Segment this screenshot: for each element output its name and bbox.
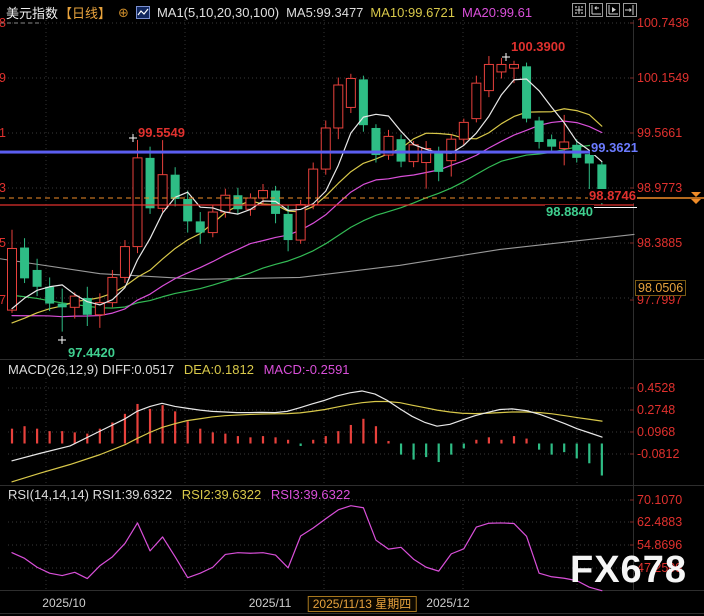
chart-toolbar — [572, 3, 637, 17]
macd-name: MACD(26,12,9) — [8, 362, 98, 377]
price-axis-special-label: 98.0506 — [635, 280, 686, 296]
rsi-name: RSI(14,14,14) — [8, 487, 89, 502]
circle-plus-icon[interactable]: ⊕ — [118, 5, 129, 21]
date-highlight-box: 2025/11/13 星期四 — [308, 596, 417, 612]
price-axis-label: 98.9773 — [637, 181, 682, 195]
macd-axis-label: 0.2748 — [637, 403, 675, 417]
candles-group — [8, 56, 607, 332]
date-label: 2025/12 — [426, 596, 469, 610]
play-forward-icon[interactable] — [606, 3, 620, 17]
crosshair-icon[interactable] — [572, 3, 586, 17]
ma5-value: MA5:99.3477 — [286, 5, 363, 20]
rsi-axis-label: 70.1070 — [637, 493, 682, 507]
date-label: 2025/10 — [42, 596, 85, 610]
kline-icon[interactable] — [136, 6, 150, 19]
macd-axis-label: 0.4528 — [637, 381, 675, 395]
price-axis-label: 100.1549 — [637, 71, 689, 85]
macd-dea-value: DEA:0.1812 — [184, 362, 254, 377]
rsi2-value: RSI2:39.6322 — [182, 487, 262, 502]
rsi-axis-label: 62.4883 — [637, 515, 682, 529]
ma-settings-label: MA1(5,10,20,30,100) — [157, 5, 279, 20]
macd-axis-label: 0.0968 — [637, 425, 675, 439]
price-axis-label: 99.5661 — [637, 126, 682, 140]
period-label: 【日线】 — [59, 3, 111, 22]
rsi3-value: RSI3:39.6322 — [271, 487, 351, 502]
left-axis-clipped-label: 99.5661 — [0, 126, 6, 140]
top-bar: 美元指数 【日线】 ⊕ MA1(5,10,20,30,100) MA5:99.3… — [6, 3, 532, 22]
macd-diff-value: DIFF:0.0517 — [102, 362, 174, 377]
rsi-header: RSI(14,14,14) RSI1:39.6322 RSI2:39.6322 … — [8, 487, 350, 502]
exit-right-icon[interactable] — [623, 3, 637, 17]
rsi1-value: RSI1:39.6322 — [93, 487, 173, 502]
date-label: 2025/11 — [249, 596, 292, 610]
left-axis-clipped-label: 100.1549 — [0, 71, 6, 85]
annotation-price-label: 98.8746 — [588, 189, 637, 203]
symbol-title: 美元指数 — [6, 3, 58, 22]
left-axis-clipped-label: 98.3885 — [0, 236, 6, 250]
macd-axis-label: -0.0812 — [637, 447, 679, 461]
watermark: FX678 — [570, 549, 687, 592]
left-axis-clipped-label: 97.7997 — [0, 293, 6, 307]
left-axis-clipped-label: 98.9773 — [0, 181, 6, 195]
kline-chart-app: 100.7438 100.1549 99.5661 98.9773 98.3885 97.… — [0, 0, 704, 616]
annotation-price-label: 97.4420 — [67, 346, 116, 360]
macd-macd-value: MACD:-0.2591 — [264, 362, 350, 377]
ma10-value: MA10:99.6721 — [370, 5, 455, 20]
price-axis-label: 100.7438 — [637, 16, 689, 30]
macd-header: MACD(26,12,9) DIFF:0.0517 DEA:0.1812 MAC… — [8, 362, 350, 377]
annotation-price-label: 99.5549 — [137, 126, 186, 140]
price-axis-label: 98.3885 — [637, 236, 682, 250]
axis-range-icon[interactable] — [589, 3, 603, 17]
macd-histogram — [12, 404, 602, 476]
ma20-value: MA20:99.61 — [462, 5, 532, 20]
annotation-price-label: 99.3621 — [590, 141, 639, 155]
chart-surface[interactable]: 100.7438 100.1549 99.5661 98.9773 98.3885 97.… — [0, 0, 704, 616]
annotation-price-label: 100.3900 — [510, 40, 566, 54]
annotation-price-label: 98.8840 — [545, 205, 594, 219]
